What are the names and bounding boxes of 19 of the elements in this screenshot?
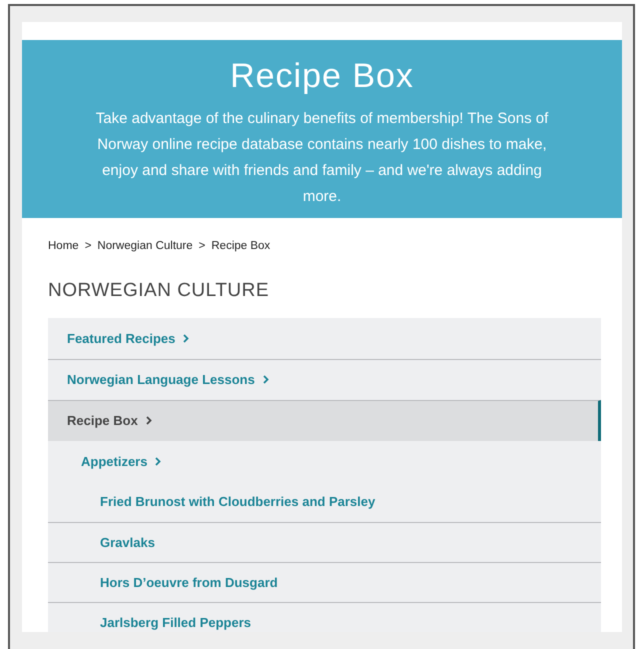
nav-item[interactable]: Appetizers	[48, 440, 601, 482]
breadcrumb-link[interactable]: Recipe Box	[211, 238, 270, 256]
chevron-right-icon	[262, 375, 269, 384]
nav-item[interactable]: Recipe Box	[48, 400, 601, 441]
breadcrumb-link[interactable]: Home	[48, 238, 79, 256]
recipe-link[interactable]: Hors D’oeuvre from Dusgard	[48, 562, 601, 602]
recipe-link[interactable]: Jarlsberg Filled Peppers	[48, 602, 601, 632]
nav-item[interactable]: Featured Recipes	[48, 318, 601, 359]
chevron-right-icon	[183, 334, 190, 343]
breadcrumb-separator: >	[198, 239, 206, 254]
recipe-link[interactable]: Gravlaks	[48, 522, 601, 562]
intro-paragraph: Take advantage of the culinary benefits of membership! The Sons of Norway online recipe database contains nearly 100 dishes to make, enjoy and share with friends and family – and we're always adding more.	[94, 109, 550, 207]
breadcrumb-separator: >	[84, 239, 92, 254]
section-heading: NORWEGIAN CULTURE	[47, 279, 270, 304]
page-title: Recipe Box	[230, 56, 414, 97]
recipe-link[interactable]: Fried Brunost with Cloudberries and Parsley	[48, 482, 601, 522]
chevron-right-icon	[155, 456, 162, 466]
chevron-right-icon	[146, 416, 152, 426]
breadcrumb-link[interactable]: Norwegian Culture	[97, 238, 193, 256]
